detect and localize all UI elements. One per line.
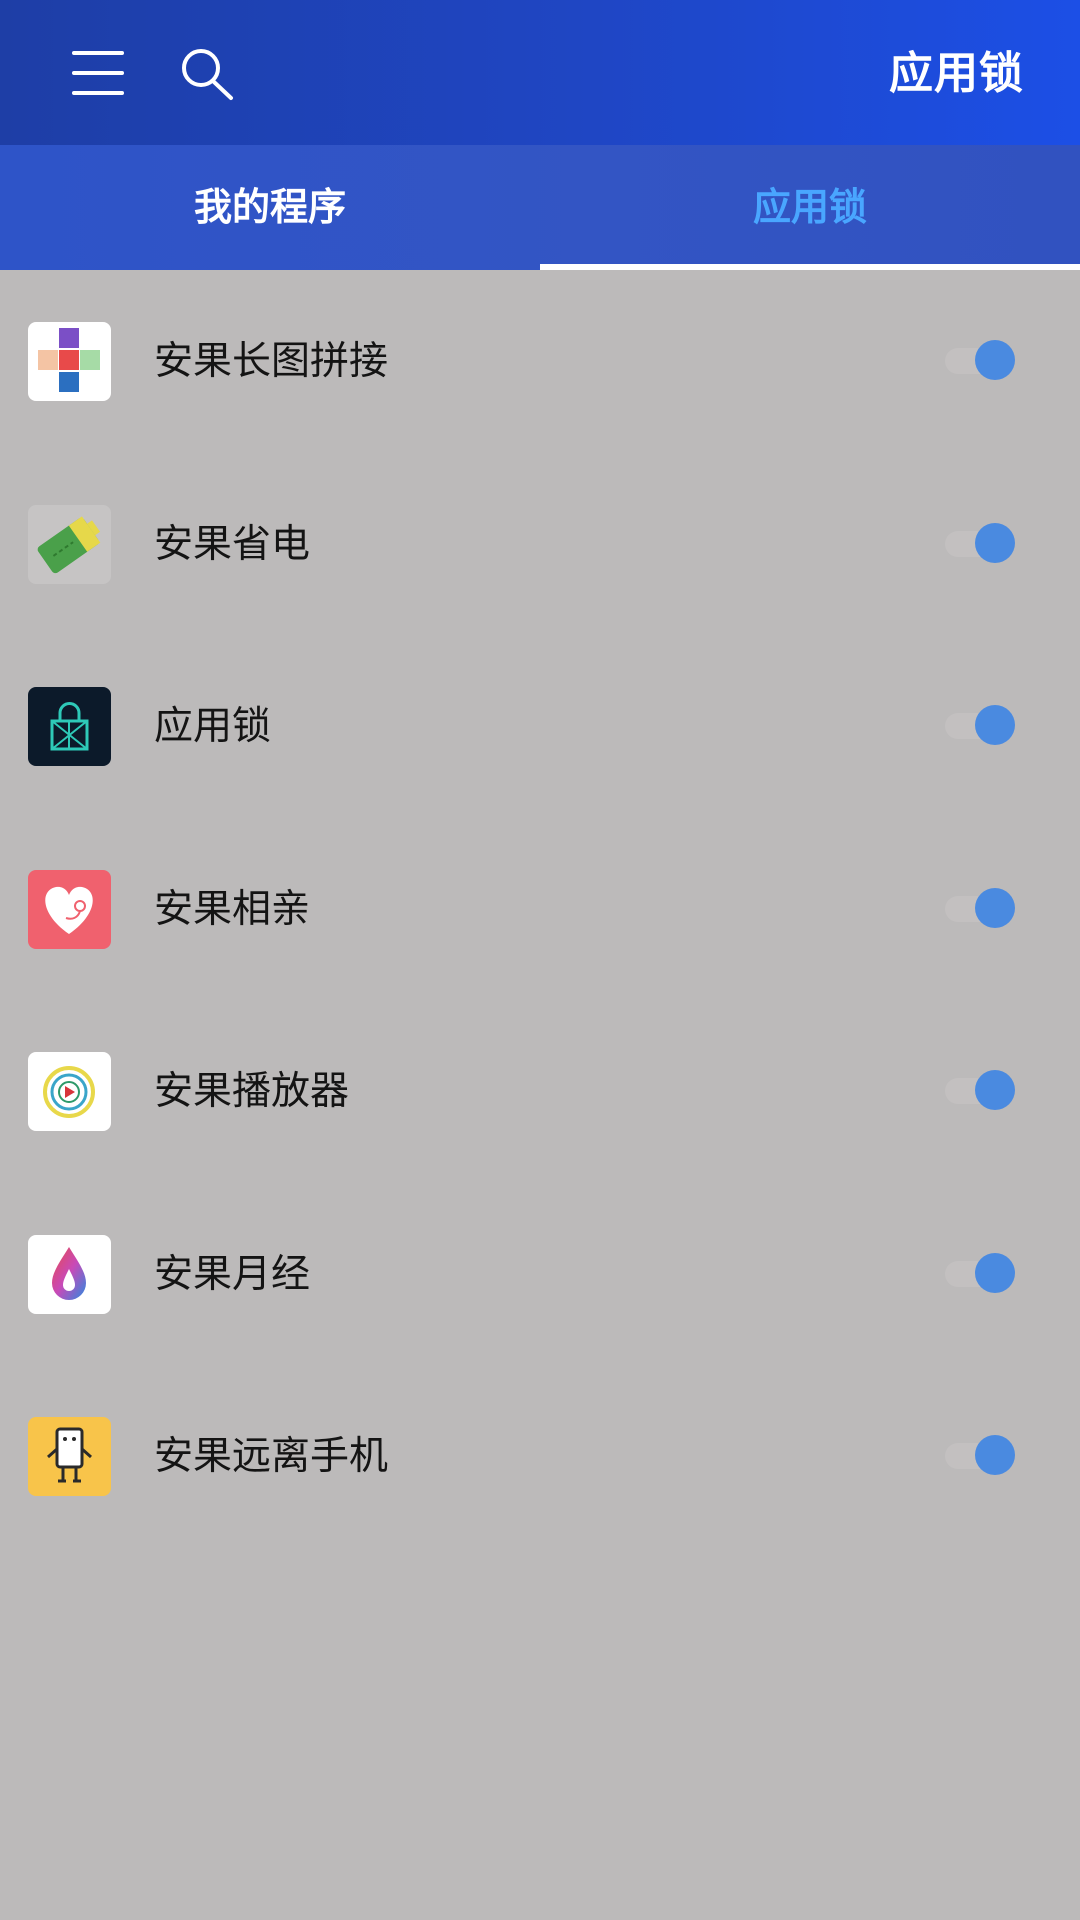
- puzzle-cross-icon: [28, 322, 111, 401]
- lock-toggle[interactable]: [945, 1252, 1015, 1293]
- drop-icon: [28, 1234, 111, 1314]
- battery-icon: [28, 504, 111, 584]
- lock-toggle[interactable]: [945, 887, 1015, 928]
- lock-toggle[interactable]: [945, 1070, 1015, 1110]
- lock-toggle[interactable]: [945, 1435, 1015, 1475]
- lock-toggle[interactable]: [945, 522, 1015, 563]
- tab-bar: 我的程序 应用锁: [0, 145, 1080, 270]
- toggle-knob: [975, 340, 1015, 380]
- app-name: 安果月经: [154, 1251, 311, 1297]
- lock-toggle[interactable]: [945, 340, 1015, 380]
- heart-icon: [28, 869, 111, 949]
- list-item: 安果远离手机: [0, 1365, 1080, 1548]
- search-icon[interactable]: [176, 44, 240, 104]
- app-header: 应用锁: [0, 0, 1080, 145]
- menu-line: [72, 91, 124, 95]
- list-item: 安果播放器: [0, 1000, 1080, 1183]
- app-name: 安果省电: [154, 521, 311, 567]
- play-circle-icon: [28, 1052, 111, 1131]
- list-item: 安果省电: [0, 453, 1080, 636]
- toggle-knob: [975, 705, 1015, 745]
- toggle-knob: [975, 522, 1015, 563]
- list-item: 应用锁: [0, 635, 1080, 818]
- menu-line: [72, 71, 124, 75]
- list-item: 安果月经: [0, 1183, 1080, 1366]
- toggle-knob: [975, 887, 1015, 928]
- app-name: 安果播放器: [154, 1069, 350, 1114]
- app-name: 安果长图拼接: [154, 339, 389, 384]
- phone-robot-icon: [28, 1417, 111, 1496]
- list-item: 安果相亲: [0, 818, 1080, 1001]
- tab-app-lock[interactable]: 应用锁: [540, 145, 1080, 270]
- app-name: 安果相亲: [154, 886, 311, 932]
- lock-toggle[interactable]: [945, 705, 1015, 745]
- page-title: 应用锁: [889, 48, 1024, 99]
- menu-line: [72, 51, 124, 55]
- app-name: 应用锁: [154, 704, 272, 749]
- app-list: 安果长图拼接 安果省电 应用锁 安果相亲 安果播放器 安果月经 安果远离手机: [0, 270, 1080, 1548]
- tab-my-programs[interactable]: 我的程序: [0, 145, 540, 270]
- toggle-knob: [975, 1070, 1015, 1110]
- app-name: 安果远离手机: [154, 1434, 389, 1479]
- toggle-knob: [975, 1435, 1015, 1475]
- hamburger-menu-icon[interactable]: [62, 46, 134, 100]
- padlock-pattern-icon: [28, 687, 111, 766]
- toggle-knob: [975, 1252, 1015, 1293]
- list-item: 安果长图拼接: [0, 270, 1080, 453]
